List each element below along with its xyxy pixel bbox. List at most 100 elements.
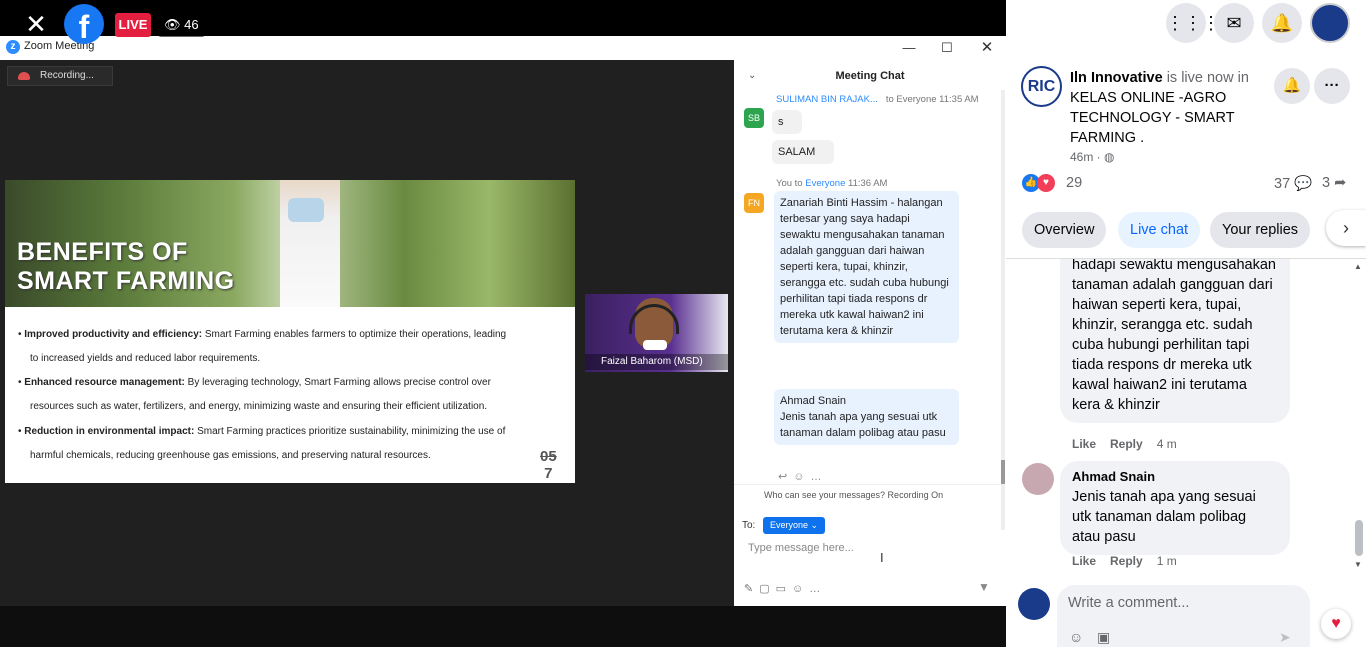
chat-header: Meeting Chat [835,70,905,82]
face-mask [288,198,324,222]
sticker-icon[interactable]: ▣ [1097,629,1110,646]
commenter-name[interactable]: Ahmad Snain [1072,469,1278,485]
meeting-chat-panel: ⌄ Meeting Chat SULIMAN BIN RAJAK... to E… [734,60,1006,606]
more-options-button[interactable]: ··· [1314,68,1350,104]
bullet-bold: Reduction in environmental impact: [24,426,195,437]
chat-message: Ahmad Snain Jenis tanah apa yang sesuai … [774,389,959,445]
to-label: To: [742,520,756,531]
notifications-icon[interactable]: 🔔 [1262,3,1302,43]
recipient-select[interactable]: Everyone ⌄ [763,517,825,534]
slide-bullet: • Enhanced resource management: By lever… [18,371,563,419]
send-comment-icon[interactable]: ➤ [1279,629,1291,646]
divider [734,484,1002,485]
scroll-down-icon[interactable]: ▼ [1354,560,1362,569]
comment-bubble: hadapi sewaktu mengusahakan tanaman adal… [1060,259,1290,423]
heart-reaction-button[interactable]: ♥ [1321,609,1351,639]
chat-sender: You to [776,178,803,189]
chat-avatar: FN [744,193,764,213]
like-button[interactable]: Like [1072,437,1096,451]
recording-cloud-icon [18,72,30,80]
emoji-icon[interactable]: ☺ [1069,629,1083,645]
message-actions[interactable]: ↩☺… [778,470,827,483]
live-badge: LIVE [115,13,151,37]
participant-name: Faizal Baharom (MSD) [585,354,728,370]
share-count[interactable]: 3 ➦ [1322,175,1346,191]
bullet-cont: to increased yields and reduced labor re… [30,353,261,364]
post-header: Iln Innovative is live now in KELAS ONLI… [1070,68,1265,148]
chat-time: 11:36 AM [848,178,888,189]
chat-message: s [772,110,802,134]
comment-bubble: Ahmad Snain Jenis tanah apa yang sesuai … [1060,461,1290,555]
share-icon: ➦ [1334,175,1347,191]
page-name-link[interactable]: Iln Innovative [1070,70,1163,86]
facebook-logo-icon[interactable]: f [64,4,104,45]
fb-live-overlay: ✕ f LIVE 👁 46 [0,0,1006,48]
messenger-icon[interactable]: ✉ [1214,3,1254,43]
comment-input[interactable]: Write a comment... ☺ ▣ ➤ [1057,585,1310,647]
group-name-link[interactable]: KELAS ONLINE -AGRO TECHNOLOGY - SMART FA… [1070,90,1234,146]
bullet-bold: Enhanced resource management: [24,377,185,388]
follow-bell-button[interactable]: 🔔 [1274,68,1310,104]
chevron-right-icon[interactable]: › [1326,210,1366,246]
chat-recipient: to Everyone [885,94,937,105]
comments-scrollbar[interactable]: ▲ ▼ [1352,262,1364,572]
chat-input[interactable]: Type message here... [748,542,854,554]
chat-avatar: SB [744,108,764,128]
chat-scrollbar-thumb[interactable] [1001,460,1005,484]
comment-count[interactable]: 37 💬 [1274,175,1312,192]
scroll-up-icon[interactable]: ▲ [1354,262,1362,271]
post-time-value[interactable]: 46m · [1070,150,1101,164]
chat-toolbar[interactable]: ✎▢▭☺… [744,582,826,595]
share-count-value: 3 [1322,175,1331,191]
my-avatar[interactable] [1018,588,1050,620]
globe-icon: ◍ [1104,150,1115,164]
bullet-text: Smart Farming practices prioritize susta… [194,426,506,437]
chat-time: 11:35 AM [939,94,979,105]
comment-count-value: 37 [1274,176,1291,192]
post-time: 46m · ◍ [1070,150,1115,164]
tab-overview[interactable]: Overview [1022,212,1107,248]
reply-button[interactable]: Reply [1110,437,1143,451]
comments-scrollbar-thumb[interactable] [1355,520,1363,556]
participant-video[interactable]: Faizal Baharom (MSD) [585,294,728,372]
comment-time[interactable]: 1 m [1157,554,1177,568]
reply-button[interactable]: Reply [1110,554,1143,568]
presentation-slide: BENEFITS OF SMART FARMING • Improved pro… [5,180,575,483]
smile [643,340,667,350]
comment-placeholder: Write a comment... [1068,595,1190,611]
chat-sender: SULIMAN BIN RAJAK... [776,94,878,105]
chat-recipient: Everyone [805,178,846,189]
recording-label: Recording... [40,70,94,81]
commenter-avatar[interactable] [1022,463,1054,495]
like-button[interactable]: Like [1072,554,1096,568]
zoom-video-area: Recording... BENEFITS OF SMART FARMING •… [0,60,734,606]
comment-time[interactable]: 4 m [1157,437,1177,451]
facebook-side-panel: ⋮⋮⋮ ✉ 🔔 RIC Iln Innovative is live now i… [1006,0,1366,647]
close-icon[interactable]: ✕ [22,10,50,38]
viewer-count-value: 46 [184,17,199,32]
zoom-window: z Zoom Meeting — ☐ ✕ Recording... BENEFI… [0,36,1006,606]
page-avatar[interactable]: RIC [1021,66,1062,107]
chat-scrollbar[interactable] [1001,90,1005,530]
send-icon[interactable]: ▼ [978,580,990,594]
chat-message: SALAM [772,140,834,164]
recording-indicator[interactable]: Recording... [7,66,113,86]
chat-msg-meta: SULIMAN BIN RAJAK... to Everyone 11:35 A… [776,94,979,105]
menu-grid-icon[interactable]: ⋮⋮⋮ [1166,3,1220,43]
slide-num-bottom: 7 [544,465,553,482]
tab-your-replies[interactable]: Your replies [1210,212,1311,248]
bullet-cont: resources such as water, fertilizers, an… [30,401,488,412]
reactions[interactable]: 👍 ♥ [1022,174,1055,194]
profile-avatar[interactable] [1310,3,1350,43]
viewer-count: 👁 46 [158,13,205,37]
who-can-see-notice[interactable]: Who can see your messages? Recording On [764,490,943,500]
bullet-cont: harmful chemicals, reducing greenhouse g… [30,450,431,461]
slide-title: BENEFITS OF SMART FARMING [17,238,235,296]
bullet-bold: Improved productivity and efficiency: [24,329,203,340]
slide-num-top: 05 [540,448,557,465]
tab-live-chat[interactable]: Live chat [1118,212,1201,248]
comment-actions: Like Reply 1 m [1072,554,1191,568]
live-video-area: z Zoom Meeting — ☐ ✕ Recording... BENEFI… [0,0,1006,647]
comment-icon: 💬 [1294,176,1313,192]
reaction-count[interactable]: 29 [1066,175,1082,191]
